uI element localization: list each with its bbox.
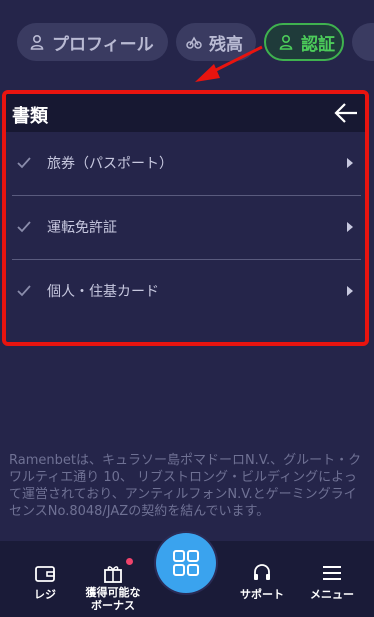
verify-icon xyxy=(278,34,294,50)
tab-balance-label: 残高 xyxy=(209,34,243,55)
list-item-passport[interactable]: 旅券（パスポート） xyxy=(12,132,361,196)
user-icon xyxy=(29,34,45,50)
check-icon xyxy=(17,221,31,233)
list-item-id-card[interactable]: 個人・住基カード xyxy=(12,260,361,324)
headset-icon xyxy=(254,564,270,580)
nav-menu-label: メニュー xyxy=(310,588,354,601)
bottom-nav: レジ 獲得可能なボーナス サポート メニュー xyxy=(0,533,374,617)
tab-profile-label: プロフィール xyxy=(52,34,154,55)
chevron-right-icon xyxy=(347,286,353,296)
nav-register-label: レジ xyxy=(34,588,56,601)
legal-text: Ramenbetは、キュラソー島ポマドーロN.V.、グルート・クワルティエ通り … xyxy=(9,453,362,519)
chevron-right-icon xyxy=(347,222,353,232)
tab-more[interactable] xyxy=(352,23,374,61)
notification-dot xyxy=(126,558,133,565)
tab-profile[interactable]: プロフィール xyxy=(17,23,168,61)
panel-header: 書類 xyxy=(6,94,365,132)
nav-bonus-label: 獲得可能なボーナス xyxy=(85,586,141,612)
gift-icon xyxy=(104,566,122,583)
check-icon xyxy=(17,285,31,297)
check-icon xyxy=(17,157,31,169)
nav-menu[interactable]: メニュー xyxy=(302,562,362,602)
documents-panel: 書類 旅券（パスポート） 運転免許証 個人・住基カード xyxy=(2,90,369,346)
document-label: 個人・住基カード xyxy=(47,284,159,300)
games-grid-button[interactable] xyxy=(156,533,216,593)
balance-icon xyxy=(186,34,202,50)
nav-register[interactable]: レジ xyxy=(28,562,62,602)
tab-verification-label: 認証 xyxy=(301,34,335,55)
document-list: 旅券（パスポート） 運転免許証 個人・住基カード xyxy=(12,132,361,324)
hamburger-menu-icon xyxy=(323,566,341,580)
list-item-drivers-license[interactable]: 運転免許証 xyxy=(12,196,361,260)
panel-title: 書類 xyxy=(12,106,48,127)
document-label: 運転免許証 xyxy=(47,220,117,236)
arrow-left-icon[interactable] xyxy=(333,100,359,126)
tab-balance[interactable]: 残高 xyxy=(176,23,256,61)
nav-bonus[interactable]: 獲得可能なボーナス xyxy=(83,562,143,617)
wallet-icon xyxy=(35,566,55,582)
chevron-right-icon xyxy=(347,158,353,168)
profile-tabs: プロフィール 残高 認証 xyxy=(0,0,374,88)
document-label: 旅券（パスポート） xyxy=(47,156,173,172)
grid-icon xyxy=(173,550,199,576)
tab-verification[interactable]: 認証 xyxy=(264,23,344,61)
nav-support-label: サポート xyxy=(240,588,284,601)
nav-support[interactable]: サポート xyxy=(232,562,292,602)
